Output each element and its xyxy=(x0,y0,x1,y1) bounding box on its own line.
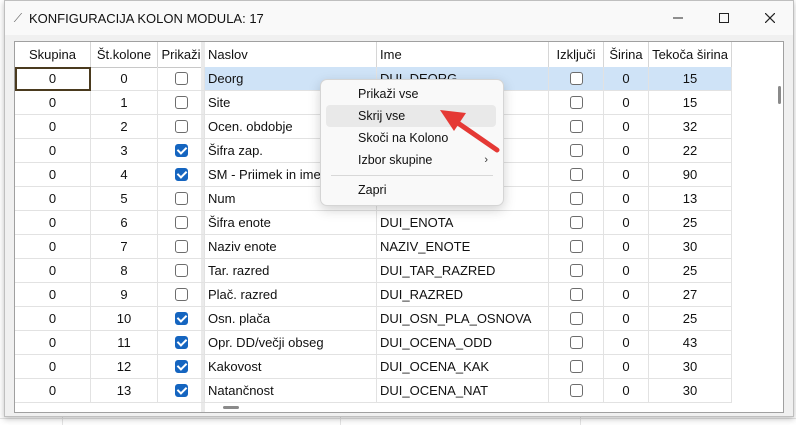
annotation-arrow-icon xyxy=(440,110,500,153)
